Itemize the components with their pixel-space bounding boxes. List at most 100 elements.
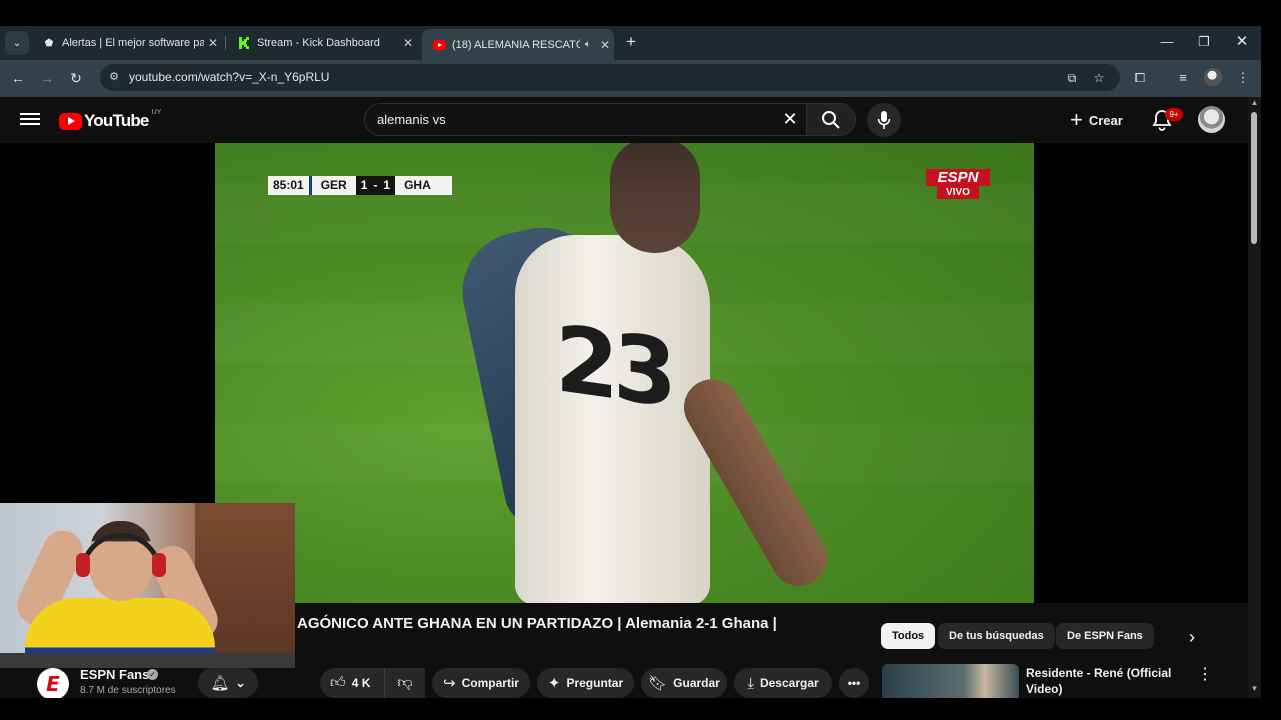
media-controls-icon[interactable]: ≡ [1172,67,1194,89]
scoreboard-overlay: 85:01 GER 1 - 1 GHA [268,176,453,195]
create-button[interactable]: + Crear [1070,106,1123,134]
more-actions-button[interactable]: ••• [839,668,869,698]
youtube-play-icon [59,112,82,130]
tab-title: Stream - Kick Dashboard [257,37,380,49]
hamburger-menu-icon[interactable] [20,110,40,128]
plus-icon: + [1070,107,1083,132]
download-icon: ⤓ [747,674,754,692]
youtube-logo[interactable]: YouTube UY [59,108,162,131]
voice-search-button[interactable] [867,103,901,137]
install-app-icon[interactable]: ⧉ [1062,68,1082,88]
recommendation-thumbnail[interactable] [882,664,1019,698]
espn-bug: ESPN VIVO [926,169,990,199]
save-button[interactable]: 🔖︎ Guardar [641,668,727,698]
ask-button[interactable]: ✦ Preguntar [537,668,634,698]
microphone-icon [877,111,891,129]
tab-title: (18) ALEMANIA RESCATÓ U [452,38,580,51]
headset-earcup [152,553,166,577]
extensions-puzzle-icon[interactable]: ⧠ [1129,67,1151,89]
download-button[interactable]: ⤓ Descargar [734,668,832,698]
player-head [610,143,700,253]
recommendation-title[interactable]: Residente - René (Official Video) [1026,665,1176,697]
scroll-up-arrow-icon[interactable]: ▲ [1249,98,1260,108]
kick-logo-icon [237,36,251,50]
espn-e-icon: E [46,672,60,696]
away-score: 1 [378,176,396,195]
webcam-desk [0,653,295,668]
search-button[interactable] [806,103,856,136]
tab-close-icon[interactable]: ✕ [596,38,614,52]
browser-profile-avatar[interactable] [1204,68,1222,86]
share-label: Compartir [461,676,519,690]
save-label: Guardar [673,676,720,690]
subscriber-count: 8.7 M de suscriptores [80,685,176,696]
browser-tab-kick[interactable]: Stream - Kick Dashboard ✕ [227,30,417,56]
shield-icon: ⬟ [44,37,54,49]
screen-border-top [0,0,1281,26]
back-arrow-icon[interactable]: ← [6,66,30,90]
like-count: 4 K [351,676,371,690]
sparkle-icon: ✦ [547,675,561,692]
close-window-icon[interactable]: ✕ [1224,30,1260,54]
restore-icon[interactable]: ❐ [1186,30,1222,54]
home-score: 1 [355,176,373,195]
tab-close-icon[interactable]: ✕ [204,36,222,50]
create-label: Crear [1088,112,1123,128]
browser-tab-youtube[interactable]: (18) ALEMANIA RESCATÓ U 🔈︎ ✕ [422,29,614,60]
kebab-menu-icon[interactable]: ⋮ [1197,664,1213,684]
thumbs-down-icon: 👎︎ [397,674,413,691]
bookmark-star-icon[interactable]: ☆ [1089,68,1109,88]
more-horizontal-icon: ••• [847,676,861,690]
tab-search-chevron-icon[interactable]: ⌄ [5,31,29,55]
speaker-icon[interactable]: 🔈︎ [580,39,596,50]
chip-from-searches[interactable]: De tus búsquedas [938,623,1055,649]
screen-border-bottom [0,698,1281,720]
chevron-right-icon[interactable]: › [1181,626,1203,648]
espn-logo: ESPN [926,169,990,186]
live-label: VIVO [937,186,979,199]
browser-menu-kebab-icon[interactable]: ⋮ [1232,67,1254,89]
share-button[interactable]: ↪ Compartir [432,668,530,698]
tab-divider [225,36,226,50]
new-tab-plus-icon[interactable]: + [622,31,640,53]
tab-close-icon[interactable]: ✕ [399,36,417,50]
video-frame[interactable]: 23 [215,143,1034,603]
streamer-webcam-overlay [0,503,295,668]
forward-arrow-icon[interactable]: → [35,66,59,90]
country-code: UY [151,108,162,116]
download-label: Descargar [759,676,819,690]
verified-check-icon: ✓ [147,669,158,680]
reload-icon[interactable]: ↻ [64,66,88,90]
channel-name[interactable]: ESPN Fans [80,667,149,682]
minimize-icon[interactable]: — [1149,30,1185,54]
away-team: GHA [395,176,453,195]
site-settings-icon[interactable]: ⚙ [106,69,122,85]
search-query[interactable]: alemanis vs [377,112,446,127]
dislike-button[interactable]: 👎︎ [384,668,425,698]
scrollbar-thumb[interactable] [1251,112,1257,244]
jersey-number: 23 [555,304,672,429]
tab-title: Alertas | El mejor software para [62,37,204,49]
youtube-wordmark: YouTube [84,111,149,130]
chip-all[interactable]: Todos [881,623,936,649]
match-clock: 85:01 [268,176,309,195]
notification-badge: 9+ [1165,108,1183,121]
clear-search-icon[interactable]: ✕ [779,108,801,130]
search-icon [822,110,840,129]
youtube-icon [432,38,446,52]
screen-border-right [1261,26,1281,698]
channel-avatar[interactable]: E [37,668,69,700]
ask-label: Preguntar [566,676,624,690]
chip-from-channel[interactable]: De ESPN Fans [1056,623,1154,649]
bell-icon: 🔔︎ [210,675,230,692]
bookmark-icon: 🔖︎ [648,675,668,692]
chevron-down-icon: ⌄ [235,676,246,690]
video-title: AGÓNICO ANTE GHANA EN UN PARTIDAZO | Ale… [297,615,777,632]
headset-earcup [76,553,90,577]
scroll-down-arrow-icon[interactable]: ▼ [1249,684,1260,694]
subscription-bell-button[interactable]: 🔔︎ ⌄ [198,668,258,698]
share-arrow-icon: ↪ [443,675,456,692]
user-avatar[interactable] [1198,106,1225,133]
browser-tab-alertas[interactable]: ⬟ Alertas | El mejor software para ✕ [32,30,222,56]
address-url[interactable]: youtube.com/watch?v=_X-n_Y6pRLU [129,70,329,84]
